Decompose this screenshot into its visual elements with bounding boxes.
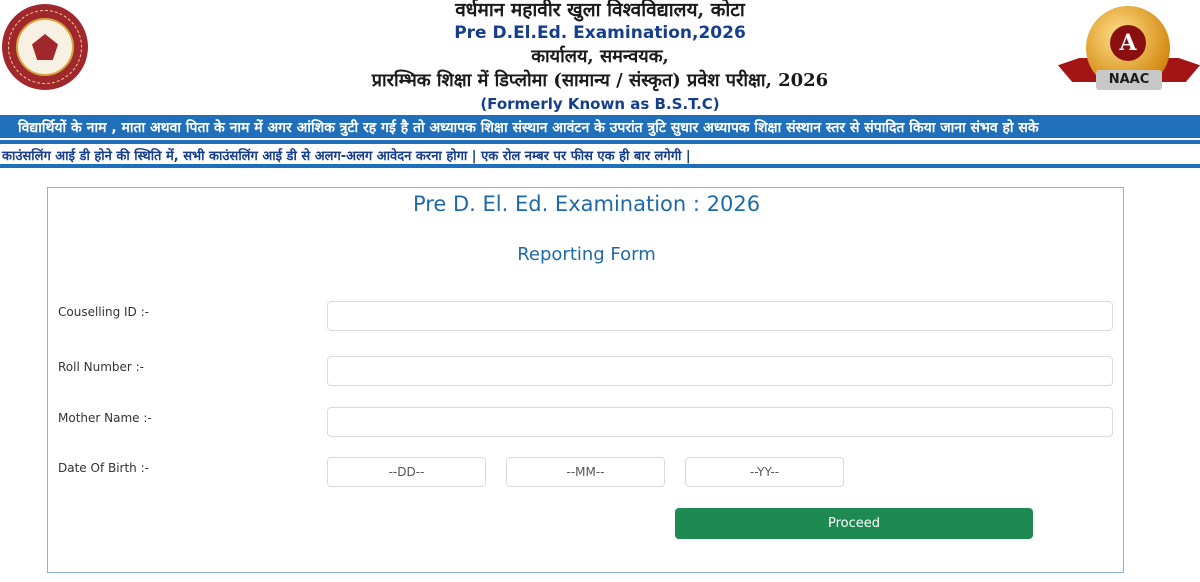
notice-bar-2: काउंसलिंग आई डी होने की स्थिति में, सभी … bbox=[0, 140, 1200, 168]
proceed-button[interactable]: Proceed bbox=[675, 508, 1033, 539]
page-header: वर्धमान महावीर खुला विश्वविद्यालय, कोटा … bbox=[0, 0, 1200, 115]
formerly-known: (Formerly Known as B.S.T.C) bbox=[480, 95, 720, 113]
university-logo bbox=[2, 4, 88, 90]
university-name: वर्धमान महावीर खुला विश्वविद्यालय, कोटा bbox=[455, 0, 745, 21]
office-title: कार्यालय, समन्वयक, bbox=[531, 46, 669, 67]
mother-name-label: Mother Name :- bbox=[58, 411, 152, 425]
notice-text-1: विद्यार्थियों के नाम , माता अथवा पिता के… bbox=[18, 120, 1039, 136]
counselling-id-input[interactable] bbox=[327, 301, 1113, 331]
dob-label: Date Of Birth :- bbox=[58, 461, 149, 475]
dob-month-input[interactable] bbox=[506, 457, 665, 487]
reporting-form: Pre D. El. Ed. Examination : 2026 Report… bbox=[47, 187, 1124, 573]
form-subtitle: Reporting Form bbox=[517, 244, 656, 265]
notice-text-2: काउंसलिंग आई डी होने की स्थिति में, सभी … bbox=[2, 149, 691, 164]
mother-name-input[interactable] bbox=[327, 407, 1113, 437]
dob-year-input[interactable] bbox=[685, 457, 844, 487]
dob-day-input[interactable] bbox=[327, 457, 486, 487]
naac-badge: A NAAC bbox=[1058, 6, 1200, 98]
header-text: वर्धमान महावीर खुला विश्वविद्यालय, कोटा … bbox=[280, 0, 920, 114]
counselling-id-label: Couselling ID :- bbox=[58, 305, 149, 319]
naac-label: NAAC bbox=[1096, 70, 1162, 90]
roll-number-label: Roll Number :- bbox=[58, 360, 145, 374]
notice-bar-1: विद्यार्थियों के नाम , माता अथवा पिता के… bbox=[0, 115, 1200, 138]
exam-title: Pre D.El.Ed. Examination,2026 bbox=[454, 23, 746, 43]
diploma-title: प्रारम्भिक शिक्षा में डिप्लोमा (सामान्य … bbox=[371, 70, 829, 91]
roll-number-input[interactable] bbox=[327, 356, 1113, 386]
form-title: Pre D. El. Ed. Examination : 2026 bbox=[412, 192, 761, 216]
naac-grade: A bbox=[1110, 25, 1146, 61]
